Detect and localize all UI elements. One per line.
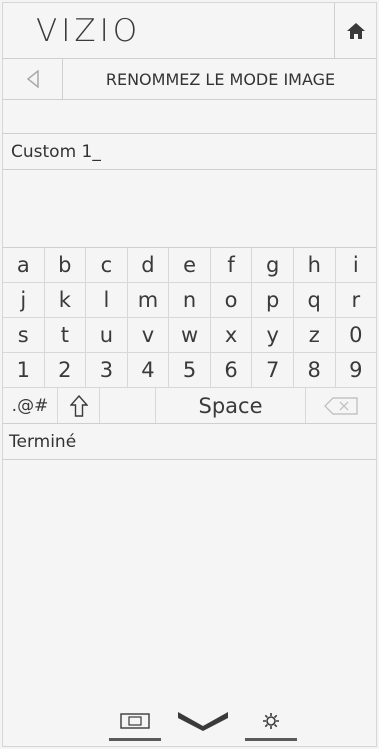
key[interactable]: p	[252, 283, 294, 317]
keyboard-row: s t u v w x y z 0	[3, 318, 376, 353]
name-input-value: Custom 1_	[11, 142, 101, 162]
done-label: Terminé	[9, 432, 77, 452]
key[interactable]: 2	[45, 353, 87, 387]
app-frame: VIZIO RENOMMEZ LE MODE IMAGE Custom 1_ a…	[2, 2, 377, 747]
title-bar: RENOMMEZ LE MODE IMAGE	[3, 59, 376, 100]
key[interactable]: b	[45, 248, 87, 282]
vizio-logo: VIZIO	[36, 13, 142, 49]
key[interactable]: 3	[86, 353, 128, 387]
key[interactable]: x	[211, 318, 253, 352]
key[interactable]: g	[252, 248, 294, 282]
bottom-bar	[103, 703, 303, 741]
header: VIZIO	[3, 3, 376, 59]
key[interactable]: d	[128, 248, 170, 282]
key[interactable]: m	[128, 283, 170, 317]
key[interactable]: z	[294, 318, 336, 352]
key[interactable]: 1	[3, 353, 45, 387]
key[interactable]: f	[211, 248, 253, 282]
key[interactable]: y	[252, 318, 294, 352]
backspace-key[interactable]	[306, 388, 376, 423]
keyboard-row: j k l m n o p q r	[3, 283, 376, 318]
key[interactable]: q	[294, 283, 336, 317]
settings-underline	[245, 738, 297, 741]
settings-button[interactable]	[245, 703, 297, 739]
shift-key[interactable]	[58, 388, 100, 423]
key[interactable]: 6	[211, 353, 253, 387]
space-key[interactable]: Space	[156, 388, 306, 423]
spacer-row	[3, 100, 376, 134]
blank-key	[100, 388, 156, 423]
settings-gear-icon	[263, 713, 279, 729]
key[interactable]: e	[169, 248, 211, 282]
key[interactable]: 7	[252, 353, 294, 387]
chevron-down-icon	[178, 712, 228, 731]
keyboard-row: a b c d e f g h i	[3, 248, 376, 283]
menu-down-button[interactable]	[175, 703, 231, 739]
key[interactable]: c	[86, 248, 128, 282]
shift-arrow-icon	[69, 394, 88, 417]
key[interactable]: 5	[169, 353, 211, 387]
page-title: RENOMMEZ LE MODE IMAGE	[105, 69, 336, 89]
back-button[interactable]	[3, 59, 63, 99]
key[interactable]: i	[336, 248, 377, 282]
key[interactable]: a	[3, 248, 45, 282]
home-icon	[346, 23, 365, 39]
key[interactable]: w	[169, 318, 211, 352]
key[interactable]: o	[211, 283, 253, 317]
key[interactable]: r	[336, 283, 377, 317]
key[interactable]: s	[3, 318, 45, 352]
key[interactable]: h	[294, 248, 336, 282]
key[interactable]: 4	[128, 353, 170, 387]
key[interactable]: 0	[336, 318, 377, 352]
key[interactable]: v	[128, 318, 170, 352]
done-row[interactable]: Terminé	[3, 424, 376, 460]
key[interactable]: l	[86, 283, 128, 317]
symbols-key[interactable]: .@#	[3, 388, 58, 423]
name-input-field[interactable]: Custom 1_	[3, 134, 376, 170]
key[interactable]: t	[45, 318, 87, 352]
back-arrow-icon	[26, 70, 39, 88]
backspace-icon	[324, 396, 358, 415]
picture-size-button[interactable]	[109, 703, 161, 739]
key[interactable]: n	[169, 283, 211, 317]
key[interactable]: 9	[336, 353, 377, 387]
key[interactable]: u	[86, 318, 128, 352]
key[interactable]: j	[3, 283, 45, 317]
home-button[interactable]	[334, 3, 376, 59]
keyboard-row: .@# Space	[3, 388, 376, 423]
key[interactable]: 8	[294, 353, 336, 387]
onscreen-keyboard: a b c d e f g h i j k l m n o p q r s t …	[3, 247, 376, 424]
keyboard-row: 1 2 3 4 5 6 7 8 9	[3, 353, 376, 388]
picture-size-underline	[109, 738, 161, 741]
key[interactable]: k	[45, 283, 87, 317]
picture-size-icon	[120, 713, 150, 729]
